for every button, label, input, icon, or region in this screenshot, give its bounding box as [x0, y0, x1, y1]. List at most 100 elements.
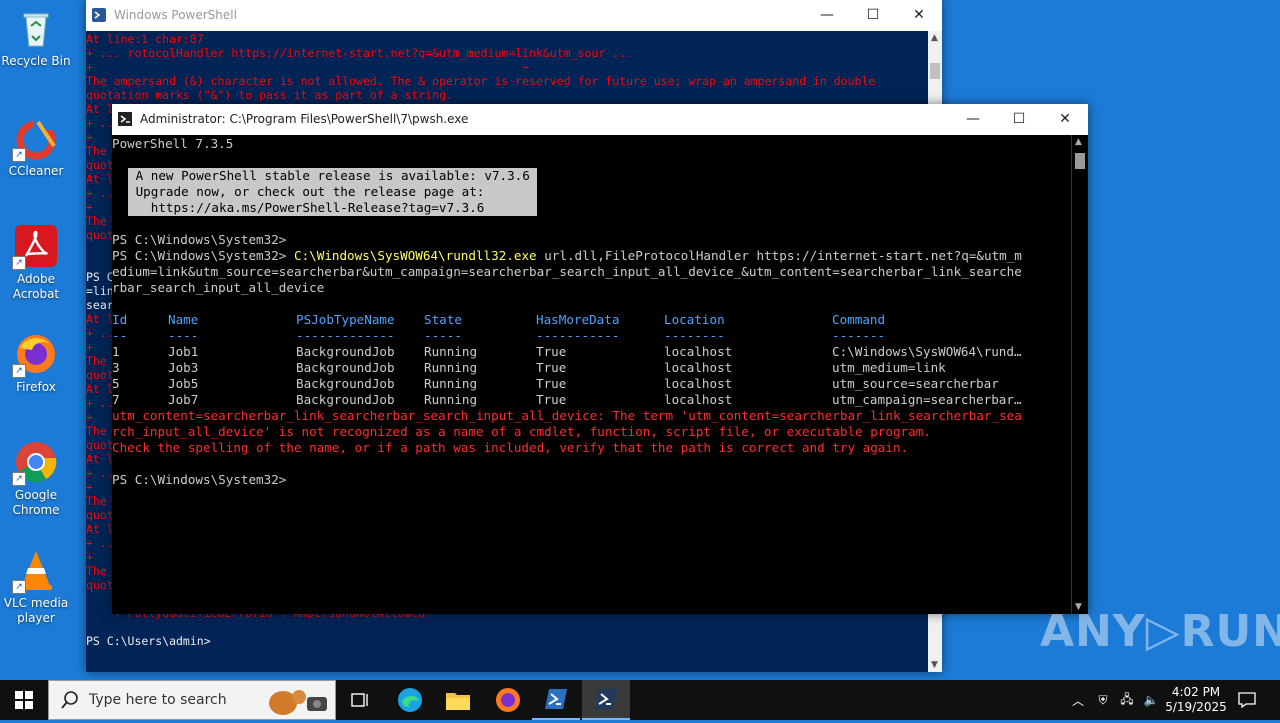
desktop-icon-label: CCleaner	[8, 164, 64, 178]
table-cell: BackgroundJob	[296, 392, 395, 407]
console-line: PS C:\Users\admin>	[86, 634, 211, 648]
minimize-button[interactable]: —	[804, 0, 850, 30]
console-line: At l	[86, 172, 114, 186]
console-line: PS C	[86, 270, 114, 284]
scroll-up-icon[interactable]: ▲	[1075, 137, 1082, 147]
shortcut-arrow-icon: ↗	[12, 148, 26, 162]
table-cell: Job7	[168, 392, 199, 407]
close-button[interactable]: ✕	[896, 0, 942, 30]
table-cell: Location	[664, 312, 725, 327]
network-icon[interactable]: 🖧	[1116, 680, 1138, 720]
table-cell: --------	[664, 328, 725, 343]
table-cell: HasMoreData	[536, 312, 620, 327]
console-line: At l	[86, 312, 114, 326]
taskbar-windows-powershell[interactable]	[532, 680, 580, 720]
desktop-icon-firefox[interactable]: ↗ Firefox	[0, 332, 72, 395]
title-bar[interactable]: Administrator: C:\Program Files\PowerShe…	[112, 104, 1088, 135]
scroll-up-icon[interactable]: ▲	[931, 33, 938, 43]
search-icon	[61, 690, 79, 714]
console-line: At l	[86, 102, 114, 116]
desktop-icon-ccleaner[interactable]: ↗ CCleaner	[0, 116, 72, 179]
firefox-icon: ↗	[12, 332, 58, 378]
command-args: url.dll,FileProtocolHandler https://inte…	[536, 248, 1022, 263]
prompt-line: PS C:\Windows\System32>	[112, 232, 287, 247]
console-line: The	[86, 354, 107, 368]
console-line: + ..	[86, 186, 114, 200]
table-cell: Running	[424, 344, 478, 359]
error-line: Check the spelling of the name, or if a …	[112, 440, 909, 455]
taskbar-firefox[interactable]	[484, 680, 532, 720]
console-line: quot	[86, 158, 114, 172]
desktop-icon-recycle-bin[interactable]: Recycle Bin	[0, 6, 72, 69]
desktop-icon-label: Google Chrome	[12, 488, 60, 517]
console-output[interactable]: PowerShell 7.3.5 A new PowerShell stable…	[112, 135, 1070, 614]
error-line: utm_content=searcherbar_link_searcherbar…	[112, 408, 1022, 423]
desktop-icon-adobe-acrobat[interactable]: ↗ Adobe Acrobat	[0, 224, 72, 302]
taskbar-file-explorer[interactable]	[434, 680, 482, 720]
console-line: quot	[86, 508, 114, 522]
table-cell: C:\Windows\SysWOW64\rund…	[832, 344, 1022, 359]
console-line: quot	[86, 368, 114, 382]
command-args-wrap: rbar_search_input_all_device	[112, 280, 325, 295]
desktop-icon-label: Adobe Acrobat	[12, 272, 60, 301]
scroll-thumb[interactable]	[930, 63, 940, 79]
console-line: +	[86, 200, 93, 214]
desktop-icon-vlc[interactable]: ↗ VLC media player	[0, 548, 72, 626]
update-notice-line: Upgrade now, or check out the release pa…	[128, 184, 538, 200]
pwsh-window-front[interactable]: Administrator: C:\Program Files\PowerShe…	[112, 104, 1088, 614]
table-cell: PSJobTypeName	[296, 312, 395, 327]
taskbar-pwsh[interactable]	[582, 680, 630, 720]
table-cell: localhost	[664, 344, 733, 359]
search-highlight-squirrel-icon	[259, 683, 333, 723]
scrollbar[interactable]: ▲ ▼	[1071, 135, 1088, 614]
taskbar-edge[interactable]	[386, 680, 434, 720]
ccleaner-icon: ↗	[12, 116, 58, 162]
console-line: quotation marks ("&") to pass it as part…	[86, 88, 453, 102]
console-line: At line:1 char:87	[86, 32, 204, 46]
console-line: The	[86, 424, 107, 438]
table-cell: -------	[832, 328, 886, 343]
notifications-button[interactable]	[1232, 680, 1262, 720]
show-hidden-icons-button[interactable]: ︿	[1068, 680, 1088, 720]
taskbar-search-box[interactable]: Type here to search	[48, 680, 336, 720]
minimize-button[interactable]: —	[950, 104, 996, 134]
start-button[interactable]	[0, 680, 48, 720]
command-exe: C:\Windows\SysWOW64\rundll32.exe	[293, 248, 537, 263]
title-bar[interactable]: Windows PowerShell — ☐ ✕	[86, 0, 942, 31]
table-cell: BackgroundJob	[296, 344, 395, 359]
clock[interactable]: 4:02 PM 5/19/2025	[1164, 680, 1228, 720]
powershell-icon	[545, 689, 567, 709]
desktop-icon-label: Recycle Bin	[1, 54, 71, 68]
firefox-icon	[496, 688, 520, 712]
task-view-button[interactable]	[336, 680, 384, 720]
scroll-down-icon[interactable]: ▼	[931, 660, 938, 670]
close-button[interactable]: ✕	[1042, 104, 1088, 134]
console-line: +	[86, 480, 93, 494]
desktop-icon-google-chrome[interactable]: ↗ Google Chrome	[0, 440, 72, 518]
table-cell: Job5	[168, 376, 199, 391]
table-cell: 1	[112, 344, 120, 359]
shortcut-arrow-icon: ↗	[12, 580, 26, 594]
table-cell: -----	[424, 328, 462, 343]
console-line: The	[86, 144, 107, 158]
powershell-icon	[92, 8, 106, 22]
update-notice-line: A new PowerShell stable release is avail…	[128, 168, 538, 184]
tray-security-icon[interactable]: ⛨	[1092, 680, 1114, 720]
task-view-icon	[351, 693, 368, 707]
volume-icon[interactable]: 🔈	[1140, 680, 1162, 720]
error-line: rch_input_all_device' is not recognized …	[112, 424, 931, 439]
console-line: + ..	[86, 466, 114, 480]
clock-time: 4:02 PM	[1171, 685, 1221, 699]
maximize-button[interactable]: ☐	[850, 0, 896, 30]
console-line: + ..	[86, 536, 114, 550]
maximize-button[interactable]: ☐	[996, 104, 1042, 134]
shortcut-arrow-icon: ↗	[12, 256, 26, 270]
table-cell: 7	[112, 392, 120, 407]
recycle-bin-icon	[14, 6, 58, 50]
scroll-thumb[interactable]	[1075, 153, 1085, 169]
windows-logo-icon	[15, 691, 33, 709]
console-line: The	[86, 214, 107, 228]
table-cell: -----------	[536, 328, 620, 343]
table-cell: State	[424, 312, 462, 327]
table-cell: True	[536, 344, 567, 359]
